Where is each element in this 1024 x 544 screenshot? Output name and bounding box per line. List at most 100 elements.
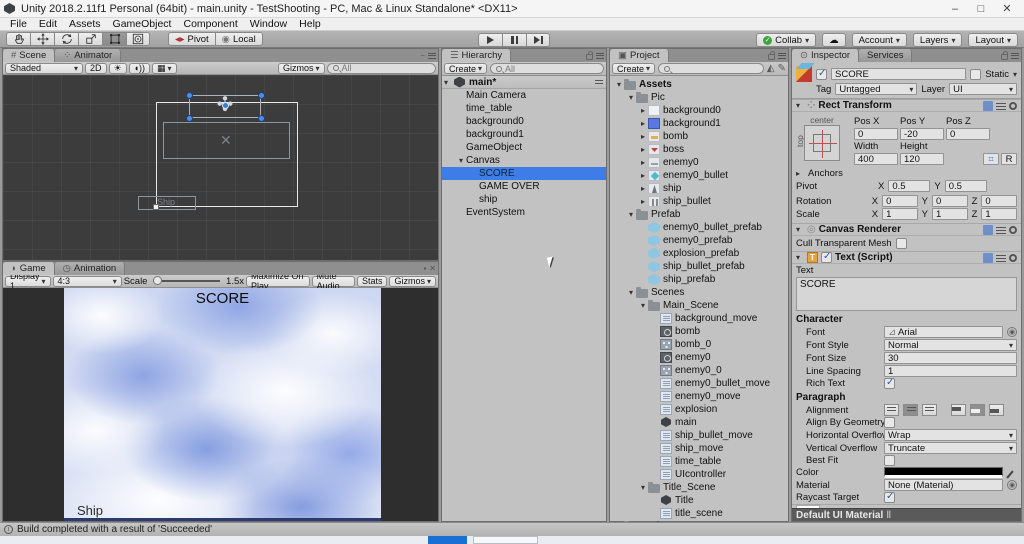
pivot-x-field[interactable]: 0.5 [888,180,931,192]
project-item-main[interactable]: main [610,416,788,429]
account-dropdown[interactable]: Account ▾ [851,33,907,47]
font-style-dropdown[interactable]: Normal ▾ [884,339,1017,351]
anchor-preset-widget[interactable] [804,125,840,161]
eyedropper-icon[interactable] [1007,468,1017,478]
scale-tool-button[interactable] [78,32,102,46]
scale-x-field[interactable]: 1 [882,208,918,220]
scene-search-input[interactable]: All [326,62,436,74]
rect-transform-header[interactable]: ▾ ⁘ Rect Transform [792,99,1021,112]
expand-arrow-icon[interactable]: ▾ [626,288,636,297]
align-by-geometry-checkbox[interactable] [884,417,895,428]
expand-arrow-icon[interactable]: ▸ [638,119,648,128]
align-left-button[interactable] [884,404,899,416]
static-dropdown[interactable]: ▾ [1013,70,1017,79]
hierarchy-item-main-camera[interactable]: Main Camera [442,89,606,102]
align-center-button[interactable] [903,404,918,416]
text-script-header[interactable]: ▾ T Text (Script) [792,251,1021,264]
search-by-type-icon[interactable]: ◭ [767,63,775,74]
line-spacing-field[interactable]: 1 [884,365,1017,377]
hierarchy-item-canvas[interactable]: ▾ Canvas [442,154,606,167]
rect-handle-bl[interactable] [186,115,193,122]
project-item-enemy0-prefab[interactable]: enemy0_prefab [610,234,788,247]
hierarchy-item-background1[interactable]: background1 [442,128,606,141]
tab-hierarchy[interactable]: ☰ Hierarchy [442,49,512,62]
name-field[interactable]: SCORE [831,68,967,80]
status-bar[interactable]: i Build completed with a result of 'Succ… [0,522,1024,536]
text-enabled-checkbox[interactable] [821,251,832,263]
transform-tool-button[interactable] [126,32,150,46]
static-checkbox[interactable] [970,68,982,80]
presets-icon[interactable] [996,225,1006,235]
project-item-uicontroller[interactable]: UIcontroller [610,468,788,481]
rect-tool-button[interactable] [102,32,126,46]
pause-button[interactable] [502,33,526,47]
project-item-ship-bullet-move[interactable]: ship_bullet_move [610,429,788,442]
rect-handle-tr[interactable] [258,92,265,99]
lock-icon[interactable] [1001,51,1008,60]
pivot-y-field[interactable]: 0.5 [944,180,987,192]
presets-icon[interactable] [996,253,1006,263]
minimize-button[interactable]: – [942,1,968,16]
color-swatch[interactable] [884,467,1003,478]
display-dropdown[interactable]: Display 1 ▾ [5,271,51,291]
menu-component[interactable]: Component [177,18,243,30]
2d-toggle[interactable]: 2D [85,62,107,74]
project-item-enemy0-0[interactable]: enemy0_0 [610,364,788,377]
project-create-dropdown[interactable]: Create ▾ [612,63,656,74]
project-item-ship-bullet-prefab[interactable]: ship_bullet_prefab [610,260,788,273]
project-item-assets[interactable]: ▾ Assets [610,78,788,91]
scene-viewport[interactable]: ✕ Ship ✣ [3,75,438,260]
hierarchy-item-eventsystem[interactable]: EventSystem [442,206,606,219]
project-item-scenes[interactable]: ▾ Scenes [610,286,788,299]
layout-dropdown[interactable]: Layout ▾ [968,33,1018,47]
project-item-time-table[interactable]: time_table [610,455,788,468]
expand-arrow-icon[interactable]: ▾ [626,210,636,219]
rotation-z-field[interactable]: 0 [981,195,1018,207]
pan-tool-button[interactable] [6,32,30,46]
project-item-main-scene[interactable]: ▾ Main_Scene [610,299,788,312]
maximize-button[interactable]: □ [968,1,994,16]
reference-icon[interactable] [983,224,993,235]
game-gizmos-dropdown[interactable]: Gizmos ▾ [389,275,436,287]
project-item-explosion-prefab[interactable]: explosion_prefab [610,247,788,260]
play-button[interactable] [478,33,502,47]
preview-bar[interactable]: Default UI Material ‖ [792,508,1021,521]
scene-gizmos-dropdown[interactable]: Gizmos ▾ [278,62,325,74]
project-item-enemy0[interactable]: ▸ enemy0 [610,156,788,169]
project-item-enemy0[interactable]: enemy0 [610,351,788,364]
expand-arrow-icon[interactable]: ▸ [638,106,648,115]
audio-toggle[interactable]: ◖)) [128,62,151,74]
tab-inspector[interactable]: ⊙ Inspector [792,49,860,62]
lock-icon[interactable] [768,51,775,60]
hierarchy-scene-header[interactable]: ▾ main* [442,76,606,89]
align-middle-button[interactable] [970,404,985,416]
project-item-enemy0-bullet[interactable]: ▸ enemy0_bullet [610,169,788,182]
vertical-overflow-dropdown[interactable]: Truncate ▾ [884,442,1017,454]
menu-edit[interactable]: Edit [33,18,63,30]
project-item-ship-prefab[interactable]: ship_prefab [610,273,788,286]
expand-arrow-icon[interactable]: ▾ [638,483,648,492]
scene-menu-icon[interactable] [595,79,603,86]
lighting-toggle[interactable]: ☀ [108,62,127,74]
expand-arrow-icon[interactable]: ▾ [638,301,648,310]
mute-audio-toggle[interactable]: Mute Audio [311,271,355,291]
cloud-button[interactable]: ☁ [822,33,846,47]
rect-handle-tl[interactable] [186,92,193,99]
cull-transparent-mesh-checkbox[interactable] [895,238,907,249]
project-item-bomb[interactable]: bomb [610,325,788,338]
move-gizmo[interactable]: ✣ [212,92,238,118]
anchors-foldout[interactable]: Anchors [808,168,843,179]
expand-arrow-icon[interactable]: ▸ [638,197,648,206]
scale-y-field[interactable]: 1 [932,208,968,220]
canvas-corner-handle[interactable] [153,204,159,210]
local-toggle-button[interactable]: ◉ Local [214,32,263,46]
taskbar-app[interactable] [473,536,538,544]
collab-dropdown[interactable]: ✓ Collab ▾ [756,33,817,47]
project-item-bomb[interactable]: ▸ bomb [610,130,788,143]
raw-mode-button[interactable]: R [1001,153,1017,165]
project-item-background1[interactable]: ▸ background1 [610,117,788,130]
width-field[interactable]: 400 [854,153,898,165]
tab-scene[interactable]: # Scene [3,49,56,62]
maximize-on-play-toggle[interactable]: Maximize On Play [246,271,310,291]
project-item-enemy0-bullet-prefab[interactable]: enemy0_bullet_prefab [610,221,788,234]
